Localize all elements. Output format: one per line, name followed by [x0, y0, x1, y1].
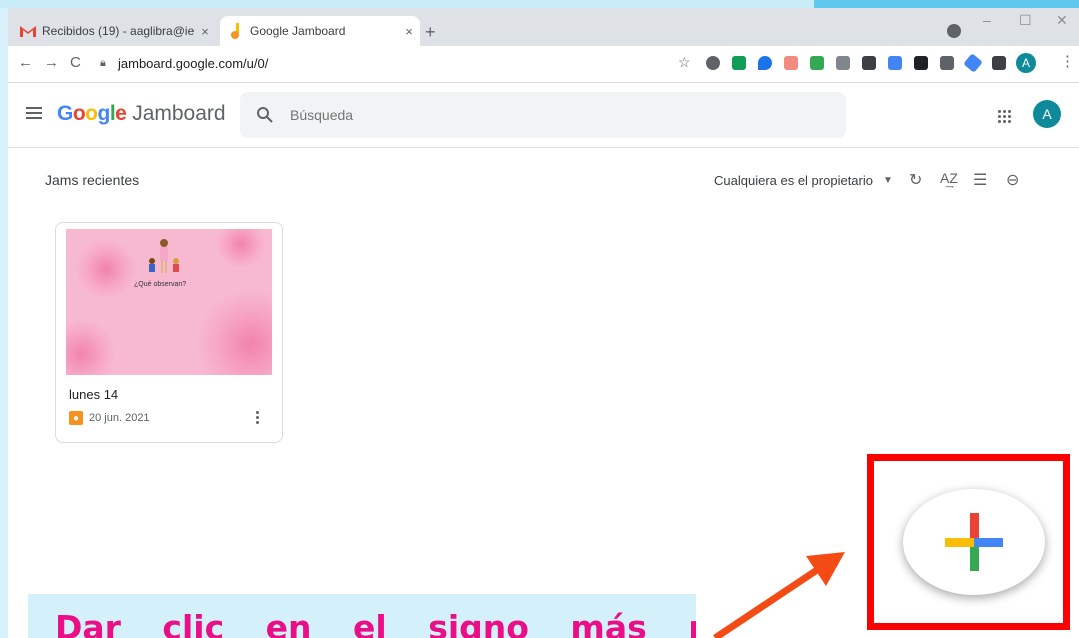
arrow-annotation [713, 552, 845, 638]
caption-text: Dar clic en el signo más para [55, 608, 696, 638]
slide-background: Recibidos (19) - aaglibra@ie2024 × Googl… [0, 0, 1079, 638]
instruction-caption: Dar clic en el signo más para [28, 594, 696, 638]
